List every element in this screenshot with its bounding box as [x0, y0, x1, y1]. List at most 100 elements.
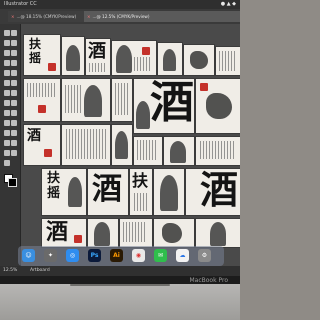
poster-artboard[interactable] [153, 218, 195, 248]
ink-splash [190, 51, 208, 69]
magic-wand-tool-icon[interactable] [4, 40, 10, 46]
eyedropper-tool-icon[interactable] [11, 120, 17, 126]
poster-artboard[interactable] [119, 218, 153, 248]
poster-artboard[interactable] [183, 44, 215, 76]
poster-artboard[interactable]: 酒 [41, 218, 87, 248]
rectangle-tool-icon[interactable] [11, 60, 17, 66]
poster-glyph: 扶 [47, 171, 61, 186]
calligraphy-text-block [137, 140, 157, 160]
mesh-tool-icon[interactable] [11, 110, 17, 116]
poster-artboard[interactable] [61, 124, 111, 166]
poster-glyph: 扶 [29, 37, 42, 51]
photoshop-icon[interactable]: Ps [88, 249, 101, 262]
stroke-color-swatch[interactable] [8, 178, 17, 187]
lasso-tool-icon[interactable] [11, 40, 17, 46]
direct-selection-tool-icon[interactable] [11, 30, 17, 36]
free-transform-tool-icon[interactable] [4, 100, 10, 106]
figure-illustration [68, 177, 82, 207]
figure-illustration [94, 222, 110, 246]
poster-artboard[interactable]: 酒 [23, 124, 61, 166]
launchpad-icon[interactable]: ✦ [44, 249, 57, 262]
document-tab-active[interactable]: × ...@ 12.5% (CMYK/Preview) [84, 11, 240, 22]
poster-artboard[interactable] [111, 124, 133, 166]
calligraphy-text-block [27, 83, 55, 97]
symbol-sprayer-tool-icon[interactable] [11, 130, 17, 136]
poster-artboard[interactable] [111, 40, 157, 76]
poster-artboard[interactable] [195, 78, 240, 134]
pencil-tool-icon[interactable] [11, 70, 17, 76]
calligraphy-text-block [219, 51, 237, 71]
ink-splash [206, 93, 232, 119]
figure-illustration [66, 45, 80, 71]
poster-artboard[interactable] [111, 78, 133, 122]
poster-artboard[interactable]: 酒 [133, 78, 195, 134]
poster-artboard[interactable] [195, 136, 240, 166]
calligraphy-text-block [65, 85, 81, 113]
poster-artboard[interactable] [163, 136, 195, 166]
messages-icon[interactable]: ✉ [154, 249, 167, 262]
illustrator-icon[interactable]: Ai [110, 249, 123, 262]
poster-artboard[interactable] [157, 42, 183, 76]
calligraphy-text-block [123, 222, 147, 242]
photo-scene: Illustrator CC ● ▲ ◆ × ...@ 18.15% (CMYK/… [0, 0, 240, 320]
shape-builder-tool-icon[interactable] [11, 100, 17, 106]
ink-splash [162, 223, 182, 243]
menubar: Illustrator CC ● ▲ ◆ [0, 0, 240, 9]
gradient-tool-icon[interactable] [4, 120, 10, 126]
pen-tool-icon[interactable] [4, 50, 10, 56]
close-icon[interactable]: × [87, 14, 91, 19]
rotate-tool-icon[interactable] [11, 80, 17, 86]
seal-stamp [48, 63, 56, 71]
poster-artboard[interactable] [215, 46, 240, 76]
chrome-icon[interactable]: ◉ [132, 249, 145, 262]
paintbrush-tool-icon[interactable] [4, 70, 10, 76]
document-tab[interactable]: × ...@ 18.15% (CMYK/Preview) [8, 11, 86, 22]
close-icon[interactable]: × [11, 14, 15, 19]
poster-artboard[interactable] [23, 78, 61, 122]
laptop-screen: Illustrator CC ● ▲ ◆ × ...@ 18.15% (CMYK/… [0, 0, 240, 276]
artboard-tool-icon[interactable] [11, 140, 17, 146]
line-tool-icon[interactable] [4, 60, 10, 66]
poster-artboard[interactable]: 酒 [185, 168, 240, 216]
menubar-app-name[interactable]: Illustrator CC [4, 0, 37, 9]
poster-artboard[interactable] [153, 168, 185, 216]
hand-tool-icon[interactable] [11, 150, 17, 156]
safari-icon[interactable]: ◎ [66, 249, 79, 262]
perspective-grid-tool-icon[interactable] [4, 110, 10, 116]
poster-artboard[interactable]: 酒 [87, 168, 129, 216]
poster-artboard[interactable] [87, 218, 119, 248]
type-tool-icon[interactable] [11, 50, 17, 56]
poster-artboard[interactable] [61, 36, 85, 76]
blend-tool-icon[interactable] [4, 130, 10, 136]
status-mode[interactable]: Artboard [30, 266, 50, 276]
scale-tool-icon[interactable] [4, 90, 10, 96]
poster-artboard[interactable] [61, 78, 111, 122]
poster-artboard[interactable]: 扶 [129, 168, 153, 216]
poster-glyph: 摇 [29, 51, 42, 65]
laptop-brand-label: MacBook Pro [189, 277, 228, 284]
selection-tool-icon[interactable] [4, 30, 10, 36]
poster-glyph: 酒 [92, 172, 122, 207]
eraser-tool-icon[interactable] [4, 80, 10, 86]
poster-artboard[interactable] [195, 218, 240, 248]
zoom-level[interactable]: 12.5% [3, 266, 17, 276]
artboard-canvas[interactable]: 扶 摇 酒 酒 酒 扶 摇 酒 扶 酒 酒 [21, 24, 240, 266]
poster-artboard[interactable]: 扶 摇 [23, 34, 61, 76]
seal-stamp [74, 235, 82, 243]
poster-artboard[interactable]: 扶 摇 [41, 168, 87, 216]
tools-panel [0, 24, 21, 266]
poster-glyph: 酒 [88, 41, 106, 62]
column-graph-tool-icon[interactable] [4, 140, 10, 146]
poster-artboard[interactable]: 酒 [85, 38, 111, 76]
poster-artboard[interactable] [133, 136, 163, 166]
system-preferences-icon[interactable]: ⚙ [198, 249, 211, 262]
figure-illustration [116, 45, 132, 73]
calligraphy-text-block [200, 141, 236, 159]
keyboard-deck [0, 284, 240, 320]
zoom-tool-icon[interactable] [4, 160, 10, 166]
slice-tool-icon[interactable] [4, 150, 10, 156]
poster-glyph: 酒 [200, 168, 239, 212]
finder-icon[interactable]: ☺ [22, 249, 35, 262]
width-tool-icon[interactable] [11, 90, 17, 96]
baidu-netdisk-icon[interactable]: ☁ [176, 249, 189, 262]
